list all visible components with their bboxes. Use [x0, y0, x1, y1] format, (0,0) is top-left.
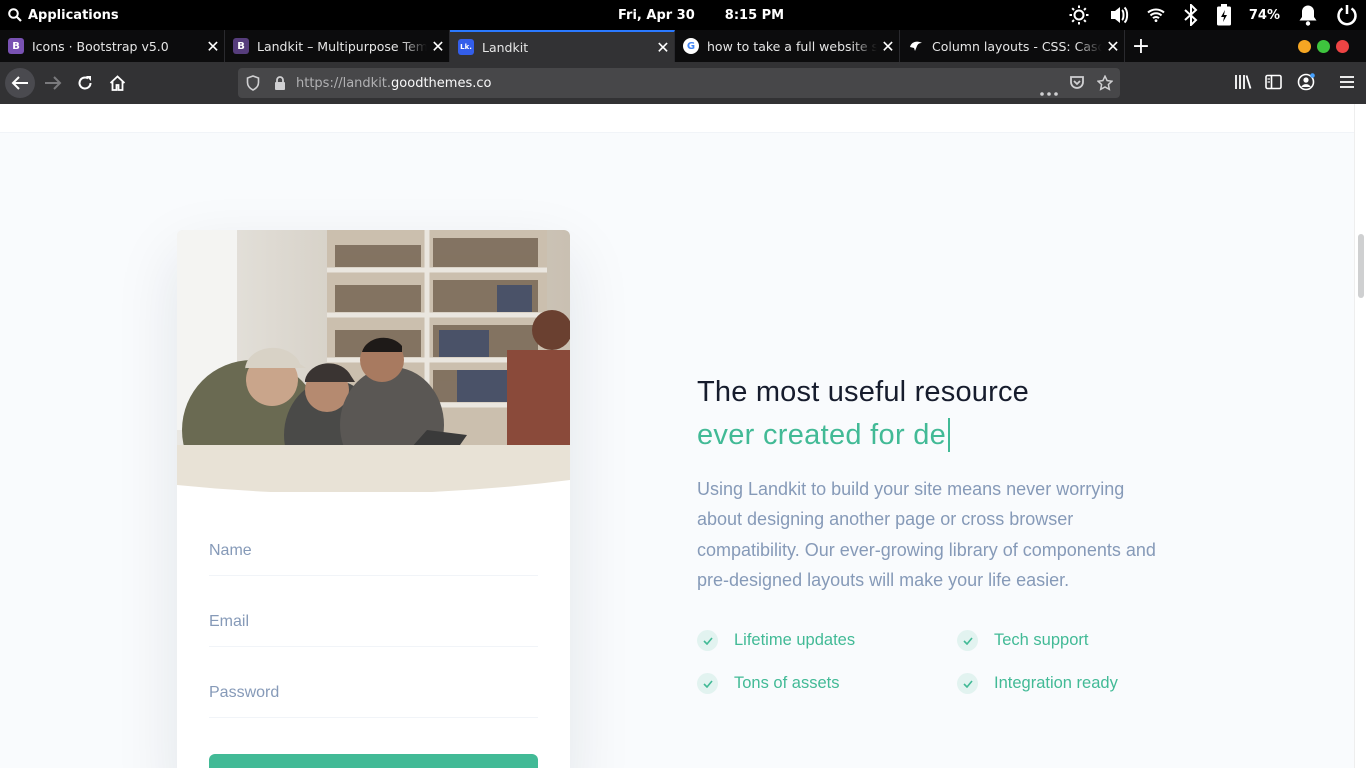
feature-item-tons-of-assets: Tons of assets: [697, 673, 839, 694]
home-button[interactable]: [102, 68, 132, 98]
minimize-button[interactable]: [1298, 40, 1311, 53]
reload-button[interactable]: [70, 68, 100, 98]
bootstrap-favicon-icon: B: [8, 38, 24, 54]
page-viewport: The most useful resource ever created fo…: [0, 104, 1354, 768]
forward-button[interactable]: [38, 68, 68, 98]
mdn-favicon-icon: [908, 38, 924, 54]
browser-tab-strip: B Icons · Bootstrap v5.0 ✕ B Landkit – M…: [0, 30, 1366, 62]
hamburger-menu-icon[interactable]: [1339, 74, 1355, 93]
tab-title: Landkit – Multipurpose Template: [257, 38, 427, 54]
sidebar-toggle-icon[interactable]: [1265, 74, 1282, 94]
hero-lead-paragraph: Using Landkit to build your site means n…: [697, 479, 1156, 590]
close-tab-icon[interactable]: ✕: [427, 37, 449, 56]
email-field[interactable]: [209, 597, 538, 647]
check-icon: [697, 673, 718, 694]
new-tab-button[interactable]: +: [1131, 30, 1151, 62]
check-icon: [957, 673, 978, 694]
tab-google-search[interactable]: G how to take a full website screenshot …: [675, 30, 900, 62]
battery-percent: 74%: [1248, 7, 1280, 23]
date-label: Fri, Apr 30: [618, 7, 695, 23]
url-bar[interactable]: https://landkit. goodthemes.co: [238, 68, 1120, 98]
url-domain: goodthemes.co: [391, 75, 492, 91]
forward-arrow-icon: [45, 76, 62, 90]
maximize-button[interactable]: [1317, 40, 1330, 53]
clock[interactable]: Fri, Apr 30 8:15 PM: [618, 0, 784, 30]
submit-button[interactable]: [209, 754, 538, 768]
back-arrow-icon: [11, 76, 28, 90]
time-label: 8:15 PM: [724, 7, 785, 23]
tracking-shield-icon[interactable]: [246, 75, 260, 95]
check-icon: [957, 630, 978, 651]
battery-icon[interactable]: [1216, 4, 1231, 26]
feature-item-lifetime-updates: Lifetime updates: [697, 630, 855, 651]
account-icon[interactable]: [1297, 73, 1315, 95]
tab-landkit[interactable]: Lk. Landkit ✕: [450, 30, 675, 62]
applications-label: Applications: [28, 7, 119, 23]
typing-caret: [948, 418, 951, 452]
tab-title: how to take a full website screenshot: [707, 38, 877, 54]
bluetooth-icon[interactable]: [1183, 4, 1199, 26]
window-controls: [1298, 40, 1349, 53]
close-tab-icon[interactable]: ✕: [877, 37, 899, 56]
close-window-button[interactable]: [1336, 40, 1349, 53]
system-tray: 74%: [1069, 0, 1358, 30]
close-tab-icon[interactable]: ✕: [652, 38, 674, 57]
tab-title: Icons · Bootstrap v5.0: [32, 38, 169, 54]
reload-icon: [78, 76, 92, 90]
home-icon: [109, 75, 125, 91]
url-text[interactable]: https://landkit. goodthemes.co: [296, 68, 491, 98]
notification-bell-icon[interactable]: [1298, 4, 1318, 26]
feature-label: Tech support: [994, 631, 1089, 649]
team-photo: [177, 230, 570, 492]
tab-title: Landkit: [482, 39, 529, 55]
typed-word: ever created for de: [697, 418, 947, 451]
name-field[interactable]: [209, 526, 538, 576]
google-favicon-icon: G: [683, 38, 699, 54]
tab-mdn-column-layouts[interactable]: Column layouts - CSS: Cascading ✕: [900, 30, 1125, 62]
hero-typed-text: ever created for de: [697, 418, 951, 452]
browser-nav-bar: https://landkit. goodthemes.co: [0, 62, 1366, 104]
page-actions-menu-icon[interactable]: [1040, 81, 1058, 100]
bookmark-star-icon[interactable]: [1096, 74, 1114, 95]
tab-bootstrap-icons[interactable]: B Icons · Bootstrap v5.0 ✕: [0, 30, 225, 62]
close-tab-icon[interactable]: ✕: [202, 37, 224, 56]
signup-card: [177, 230, 570, 768]
check-icon: [697, 630, 718, 651]
feature-label: Tons of assets: [734, 674, 840, 692]
volume-icon[interactable]: [1107, 5, 1129, 25]
feature-item-tech-support: Tech support: [957, 630, 1088, 651]
tab-landkit-template[interactable]: B Landkit – Multipurpose Template ✕: [225, 30, 450, 62]
applications-menu[interactable]: Applications: [8, 0, 119, 30]
scrollbar-thumb[interactable]: [1358, 234, 1364, 298]
lock-icon[interactable]: [274, 75, 286, 95]
bootstrap-favicon-icon: B: [233, 38, 249, 54]
power-icon[interactable]: [1336, 4, 1358, 26]
password-field[interactable]: [209, 668, 538, 718]
library-icon[interactable]: [1234, 74, 1252, 94]
system-top-bar: Applications Fri, Apr 30 8:15 PM 74%: [0, 0, 1366, 30]
feature-item-integration-ready: Integration ready: [957, 673, 1118, 694]
hero-title: The most useful resource: [697, 376, 1029, 408]
page-header-strip: [0, 104, 1354, 133]
url-prefix: https://landkit.: [296, 75, 392, 91]
close-tab-icon[interactable]: ✕: [1102, 37, 1124, 56]
brightness-icon[interactable]: [1069, 5, 1089, 25]
feature-label: Integration ready: [994, 674, 1118, 692]
pocket-icon[interactable]: [1069, 75, 1085, 95]
page-scrollbar[interactable]: [1354, 104, 1366, 768]
back-button[interactable]: [5, 68, 35, 98]
wifi-icon[interactable]: [1147, 8, 1165, 22]
landkit-favicon-icon: Lk.: [458, 39, 474, 55]
feature-label: Lifetime updates: [734, 631, 856, 649]
tab-title: Column layouts - CSS: Cascading: [932, 38, 1102, 54]
search-icon: [8, 8, 22, 22]
